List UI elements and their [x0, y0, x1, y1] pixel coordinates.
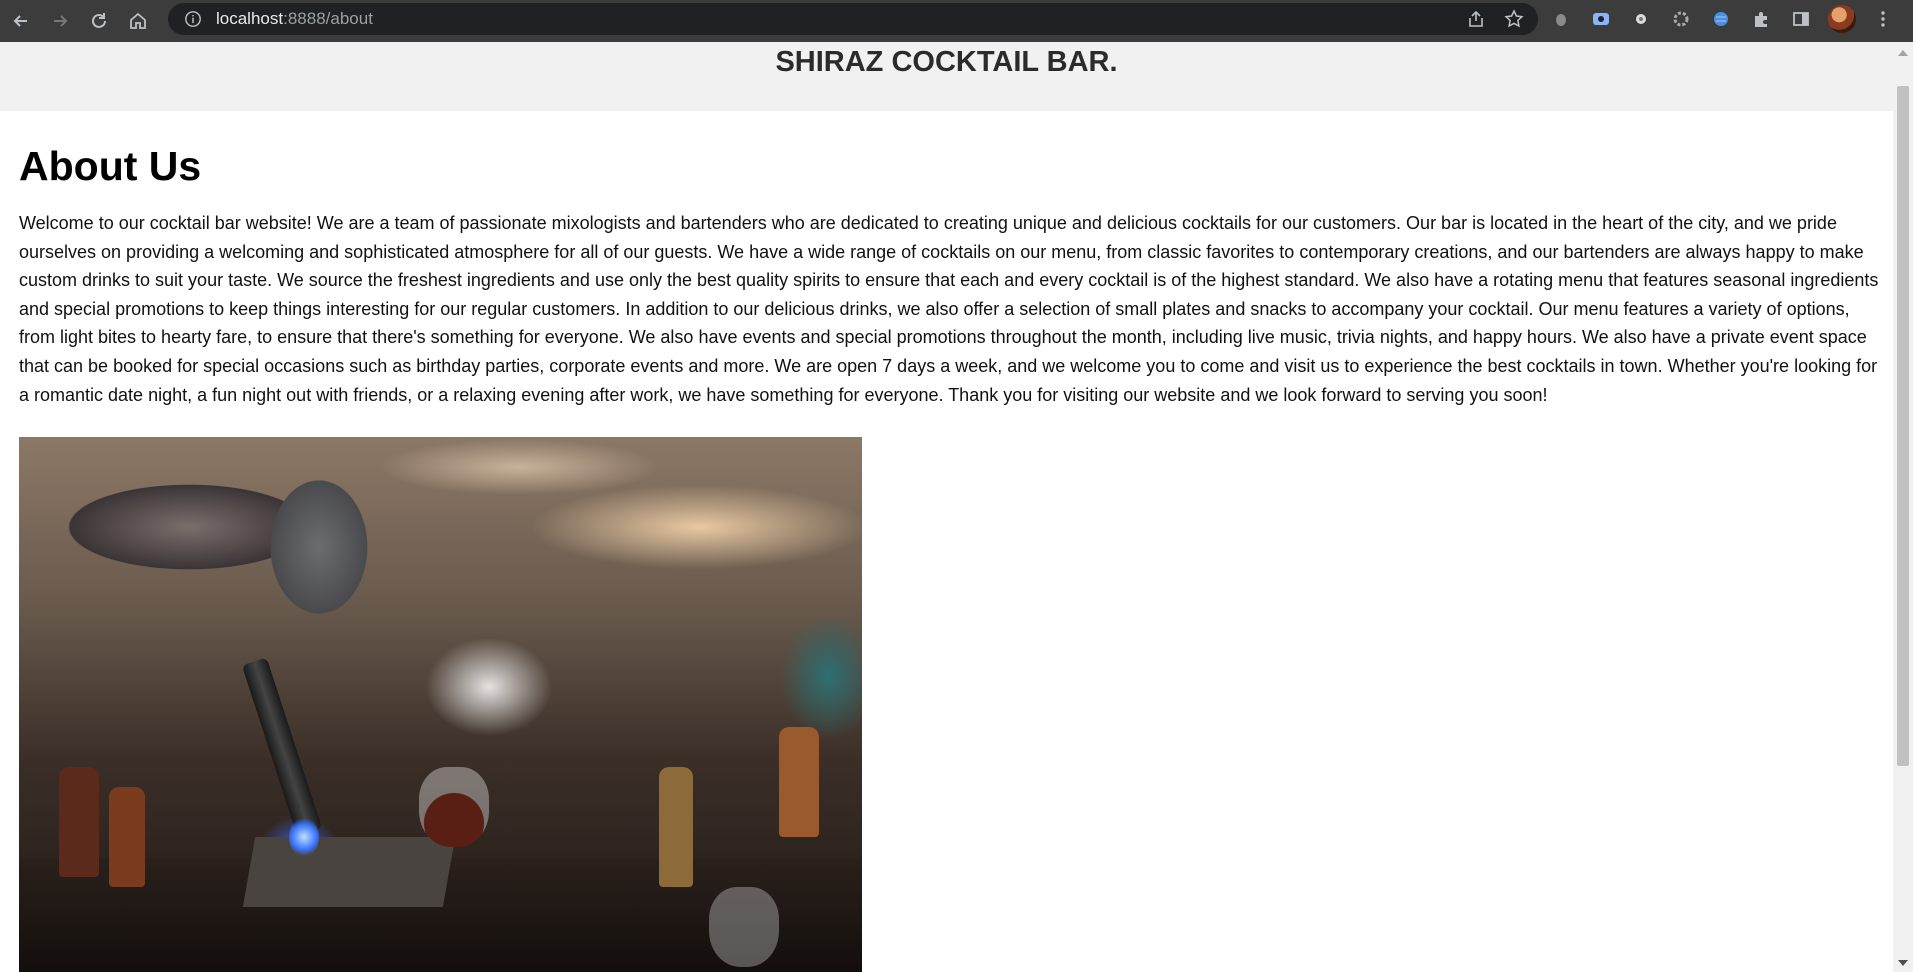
site-title: SHIRAZ COCKTAIL BAR. [775, 46, 1118, 78]
side-panel-icon [1793, 12, 1809, 26]
arrow-right-icon [54, 15, 68, 27]
side-panel-button[interactable] [1788, 6, 1814, 32]
blow-torch [241, 657, 323, 837]
info-icon[interactable] [184, 10, 202, 28]
reload-button[interactable] [81, 3, 117, 39]
extensions-button[interactable] [1748, 6, 1774, 32]
bottle [59, 767, 99, 878]
main-content: About Us Welcome to our cocktail bar web… [0, 143, 1893, 972]
back-button[interactable] [3, 3, 39, 39]
bug-icon [1556, 14, 1566, 26]
page-title: About Us [19, 143, 202, 189]
globe-icon [1714, 12, 1728, 26]
torch-flame [289, 817, 319, 858]
globe-extension[interactable] [1708, 6, 1734, 32]
url-host: localhost [216, 9, 284, 28]
bug-extension[interactable] [1548, 6, 1574, 32]
home-icon [130, 12, 146, 29]
omnibox-actions [1466, 9, 1524, 29]
scrollbar[interactable] [1893, 42, 1913, 972]
browser-toolbar: localhost:8888/about [0, 0, 1913, 42]
glass-tumbler [709, 887, 779, 968]
screen-capture-icon [1593, 13, 1609, 25]
bartender-photo [19, 437, 862, 972]
circle-extension[interactable] [1628, 6, 1654, 32]
address-bar[interactable]: localhost:8888/about [168, 3, 1538, 35]
gear-icon [1673, 11, 1689, 27]
avatar[interactable] [1828, 5, 1856, 33]
more-vert-icon [1881, 11, 1885, 27]
scroll-down-icon[interactable] [1898, 960, 1908, 966]
extensions-bar [1548, 5, 1896, 33]
scrollbar-thumb[interactable] [1897, 86, 1909, 766]
reload-icon [92, 13, 106, 28]
bottle [659, 767, 693, 888]
page-viewport: SHIRAZ COCKTAIL BAR. About Us Welcome to… [0, 42, 1893, 972]
screen-capture-extension[interactable] [1588, 6, 1614, 32]
share-icon[interactable] [1466, 9, 1486, 29]
forward-button[interactable] [42, 3, 78, 39]
home-button[interactable] [120, 3, 156, 39]
arrow-left-icon [13, 15, 27, 27]
bottle [779, 727, 819, 838]
bottle [109, 787, 145, 888]
glass-decanter [419, 767, 489, 848]
star-icon[interactable] [1504, 9, 1524, 29]
about-paragraph: Welcome to our cocktail bar website! We … [19, 213, 1879, 405]
scroll-up-icon[interactable] [1898, 50, 1908, 56]
url-text[interactable]: localhost:8888/about [216, 9, 373, 29]
circle-icon [1636, 14, 1646, 24]
more-menu-button[interactable] [1870, 6, 1896, 32]
puzzle-icon [1755, 12, 1767, 27]
wooden-board [242, 837, 456, 908]
gear-extension[interactable] [1668, 6, 1694, 32]
url-path: :8888/about [283, 9, 373, 28]
site-header: SHIRAZ COCKTAIL BAR. [0, 42, 1893, 111]
